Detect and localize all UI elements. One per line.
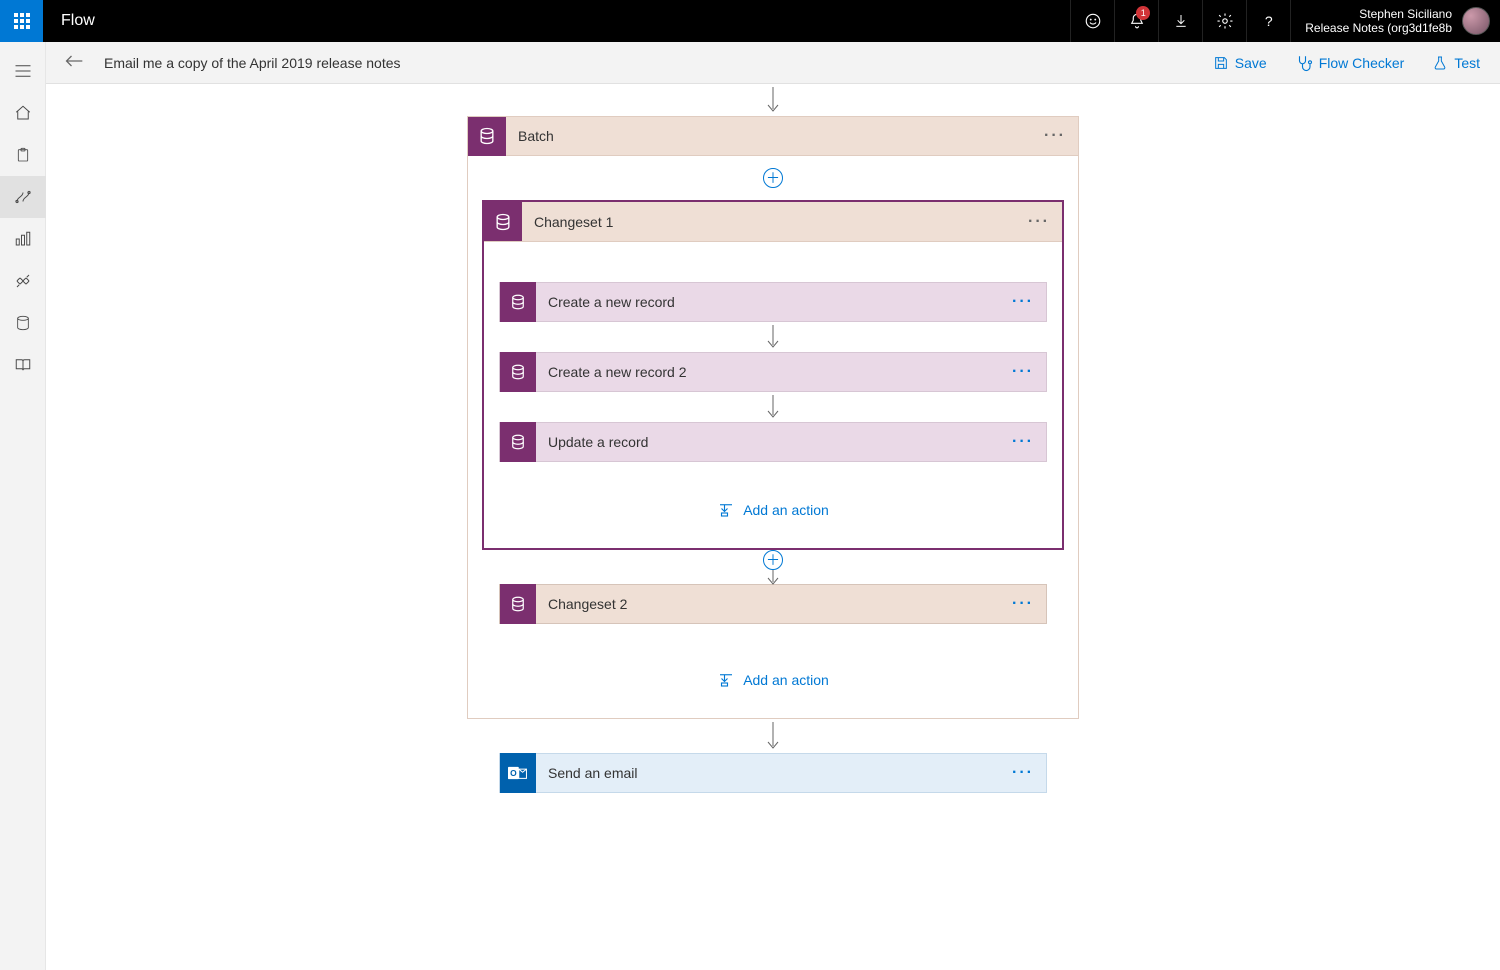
- question-icon: ?: [1265, 13, 1273, 29]
- notifications-button[interactable]: 1: [1114, 0, 1158, 42]
- save-label: Save: [1235, 55, 1267, 71]
- waffle-icon: [14, 13, 30, 29]
- flows-icon: [14, 188, 32, 206]
- test-label: Test: [1454, 55, 1480, 71]
- account-area[interactable]: Stephen Siciliano Release Notes (org3d1f…: [1290, 0, 1500, 42]
- arrow-left-icon: [64, 54, 84, 68]
- add-action-icon: [717, 502, 735, 518]
- home-icon: [14, 104, 32, 122]
- chart-icon: [14, 230, 32, 248]
- outlook-icon: O: [500, 753, 536, 793]
- action-menu-button[interactable]: ···: [1000, 293, 1046, 311]
- batch-title: Batch: [506, 128, 1032, 144]
- flow-title: Email me a copy of the April 2019 releas…: [104, 55, 401, 71]
- action-menu-button[interactable]: ···: [1000, 363, 1046, 381]
- action-create-record-2[interactable]: Create a new record 2 ···: [499, 352, 1047, 392]
- book-icon: [14, 357, 32, 373]
- changeset-1: Changeset 1 ··· Create a new record ···: [482, 200, 1064, 550]
- cds-icon: [500, 584, 536, 624]
- action-label: Update a record: [536, 434, 1000, 450]
- action-update-record[interactable]: Update a record ···: [499, 422, 1047, 462]
- nav-my-flows[interactable]: [0, 176, 46, 218]
- connector-icon: [14, 272, 32, 290]
- help-button[interactable]: ?: [1246, 0, 1290, 42]
- cds-icon: [484, 202, 522, 241]
- flow-checker-button[interactable]: Flow Checker: [1289, 50, 1411, 76]
- nav-templates[interactable]: [0, 218, 46, 260]
- insert-between-button[interactable]: ＋: [763, 550, 783, 584]
- connector-arrow: [766, 392, 780, 422]
- nav-collapse-button[interactable]: [0, 50, 46, 92]
- email-menu-button[interactable]: ···: [1000, 764, 1046, 782]
- cds-icon: [468, 117, 506, 156]
- action-send-email[interactable]: O Send an email ···: [499, 753, 1047, 793]
- account-text: Stephen Siciliano Release Notes (org3d1f…: [1305, 7, 1452, 35]
- add-action-label: Add an action: [743, 672, 829, 688]
- test-button[interactable]: Test: [1426, 51, 1486, 75]
- back-button[interactable]: [60, 50, 88, 75]
- add-action-icon: [717, 672, 735, 688]
- gear-icon: [1216, 12, 1234, 30]
- changeset-2-menu-button[interactable]: ···: [1000, 595, 1046, 613]
- cds-icon: [500, 282, 536, 322]
- batch-menu-button[interactable]: ···: [1032, 127, 1078, 145]
- changeset-1-title: Changeset 1: [522, 214, 1016, 230]
- changeset-1-header[interactable]: Changeset 1 ···: [484, 202, 1062, 242]
- changeset-2[interactable]: Changeset 2 ···: [499, 584, 1047, 624]
- settings-button[interactable]: [1202, 0, 1246, 42]
- action-label: Create a new record: [536, 294, 1000, 310]
- nav-data[interactable]: [0, 302, 46, 344]
- changeset-1-body: Create a new record ··· Create a new rec…: [484, 242, 1062, 548]
- org-name: Release Notes (org3d1fe8b: [1305, 21, 1452, 35]
- add-action-button[interactable]: Add an action: [717, 502, 829, 518]
- app-brand: Flow: [43, 0, 113, 42]
- left-nav-rail: [0, 42, 46, 970]
- designer-canvas[interactable]: Batch ··· ＋ Changeset 1 ···: [46, 84, 1500, 970]
- user-name: Stephen Siciliano: [1305, 7, 1452, 21]
- hamburger-icon: [14, 64, 32, 78]
- nav-learn[interactable]: [0, 344, 46, 386]
- nav-approvals[interactable]: [0, 134, 46, 176]
- connector-arrow: [766, 322, 780, 352]
- feedback-button[interactable]: [1070, 0, 1114, 42]
- batch-scope: Batch ··· ＋ Changeset 1 ···: [467, 116, 1079, 719]
- connector-arrow: [766, 86, 780, 116]
- download-icon: [1173, 13, 1189, 29]
- add-action-label: Add an action: [743, 502, 829, 518]
- downloads-button[interactable]: [1158, 0, 1202, 42]
- cds-icon: [500, 422, 536, 462]
- notification-badge: 1: [1136, 6, 1150, 20]
- stethoscope-icon: [1295, 54, 1313, 72]
- add-action-button[interactable]: Add an action: [717, 672, 829, 688]
- command-bar: Email me a copy of the April 2019 releas…: [46, 42, 1500, 84]
- save-icon: [1213, 55, 1229, 71]
- email-title: Send an email: [536, 765, 1000, 781]
- database-icon: [15, 314, 31, 332]
- save-button[interactable]: Save: [1207, 51, 1273, 75]
- user-avatar: [1462, 7, 1490, 35]
- flow-checker-label: Flow Checker: [1319, 55, 1405, 71]
- connector-arrow: [766, 719, 780, 753]
- nav-home[interactable]: [0, 92, 46, 134]
- nav-connectors[interactable]: [0, 260, 46, 302]
- beaker-icon: [1432, 55, 1448, 71]
- cds-icon: [500, 352, 536, 392]
- action-create-record[interactable]: Create a new record ···: [499, 282, 1047, 322]
- changeset-2-title: Changeset 2: [536, 596, 1000, 612]
- smiley-icon: [1084, 12, 1102, 30]
- insert-step-button[interactable]: ＋: [763, 168, 783, 188]
- app-launcher-button[interactable]: [0, 0, 43, 42]
- svg-text:O: O: [510, 768, 517, 778]
- batch-header[interactable]: Batch ···: [468, 117, 1078, 156]
- global-header: Flow 1 ? Stephen Siciliano Release Notes…: [0, 0, 1500, 42]
- action-label: Create a new record 2: [536, 364, 1000, 380]
- flow-column: Batch ··· ＋ Changeset 1 ···: [467, 84, 1079, 823]
- action-menu-button[interactable]: ···: [1000, 433, 1046, 451]
- batch-body: ＋ Changeset 1 ···: [468, 156, 1078, 718]
- changeset-1-menu-button[interactable]: ···: [1016, 213, 1062, 231]
- plus-icon: ＋: [763, 550, 783, 570]
- clipboard-icon: [15, 146, 31, 164]
